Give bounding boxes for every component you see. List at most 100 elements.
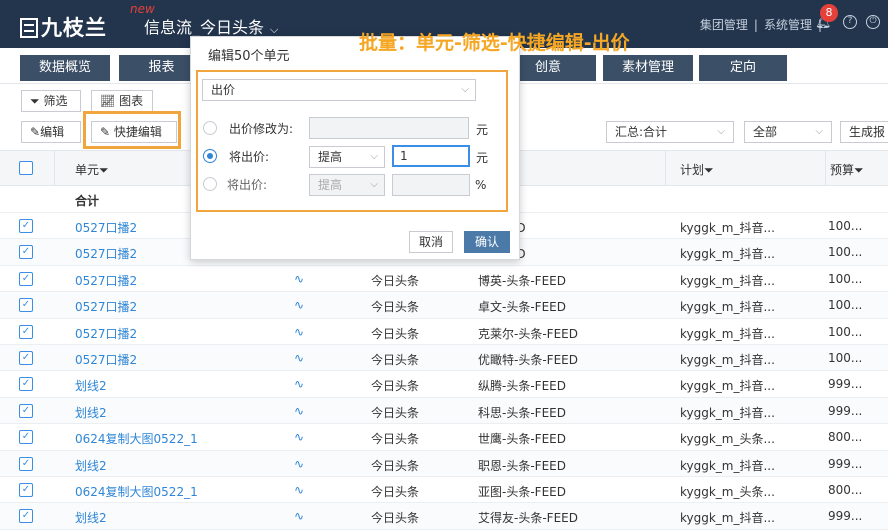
chart-button[interactable]: 📈︎ 图表 bbox=[91, 90, 153, 112]
select-all-checkbox[interactable] bbox=[19, 161, 33, 175]
radio-adjust-bid-amount[interactable] bbox=[203, 149, 217, 163]
row-checkbox[interactable]: ✓ bbox=[19, 351, 33, 365]
row-checkbox[interactable]: ✓ bbox=[19, 403, 33, 418]
adjust-mode-select[interactable]: 提高 ⌵ bbox=[309, 146, 385, 168]
table-row[interactable]: ✓ 0527口播2 ∿ 今日头条 优瞰特-头条-FEED kyggk_m_抖音... 100… bbox=[0, 345, 888, 372]
row-checkbox[interactable]: ✓ bbox=[19, 430, 33, 445]
unit-name-link[interactable]: 划线2 bbox=[75, 457, 107, 474]
header-unit-label: 单元 bbox=[75, 163, 100, 177]
account-cell: 亚图-头条-FEED bbox=[478, 485, 566, 499]
trend-icon[interactable]: ∿ bbox=[294, 351, 304, 365]
summary-select[interactable]: 汇总:合计 ⌵ bbox=[606, 121, 734, 143]
unit-name-link[interactable]: 0527口播2 bbox=[75, 272, 137, 289]
row-checkbox[interactable]: ✓ bbox=[19, 219, 33, 233]
table-row[interactable]: ✓ 0527口播2 ∿ 今日头条 卓文-头条-FEED kyggk_m_抖音... 100.… bbox=[0, 292, 888, 319]
row-checkbox[interactable]: ✓ bbox=[19, 483, 33, 497]
logo-text: 九枝兰 bbox=[41, 16, 107, 40]
header-budget[interactable]: 预算⏷ bbox=[830, 161, 864, 178]
table-row[interactable]: ✓ 划线2 ∿ 今日头条 纵腾-头条-FEED kyggk_m_抖音... 999... bbox=[0, 371, 888, 398]
app-switcher[interactable]: 信息流_今日头条 ⌵ bbox=[144, 14, 278, 38]
percent-mode-select[interactable]: 提高 ⌵ bbox=[309, 174, 385, 196]
table-row[interactable]: ✓ 划线2 ∿ 今日头条 科思-头条-FEED kyggk_m_抖音... 999... bbox=[0, 397, 888, 425]
help-icon[interactable]: ? bbox=[843, 15, 857, 29]
unit-name-link[interactable]: 划线2 bbox=[75, 404, 107, 421]
trend-icon[interactable]: ∿ bbox=[294, 483, 304, 497]
unit-name-link[interactable]: 0527口播2 bbox=[75, 325, 137, 342]
trend-icon[interactable]: ∿ bbox=[294, 272, 304, 286]
quick-edit-label: 快捷编辑 bbox=[113, 125, 162, 139]
table-row[interactable]: ✓ 划线2 ∿ 今日头条 职恩-头条-FEED kyggk_m_抖音... 999... bbox=[0, 450, 888, 477]
unit-name-link[interactable]: 0527口播2 bbox=[75, 351, 137, 368]
tab-targeting[interactable]: 定向 bbox=[699, 55, 787, 81]
percent-input[interactable] bbox=[392, 174, 470, 196]
budget-cell: 100... bbox=[828, 351, 863, 365]
table-row[interactable]: ✓ 0624复制大图0522_1 ∿ 今日头条 世鹰-头条-FEED kyggk_m_头条… bbox=[0, 424, 888, 451]
header-plan[interactable]: 计划⏷ bbox=[680, 161, 714, 178]
radio-adjust-bid-percent[interactable] bbox=[203, 177, 217, 191]
row-checkbox[interactable]: ✓ bbox=[19, 324, 33, 339]
trend-icon[interactable]: ∿ bbox=[294, 298, 304, 312]
trend-icon[interactable]: ∿ bbox=[294, 377, 304, 391]
brand-logo[interactable]: 九枝兰 bbox=[20, 12, 107, 42]
adjust-amount-input[interactable]: 1 bbox=[392, 145, 470, 167]
field-select[interactable]: 出价 ⌵ bbox=[202, 79, 476, 101]
edit-button[interactable]: ✎编辑 bbox=[21, 121, 81, 143]
instruction-annotation: 批量：单元-筛选-快捷编辑-出价 bbox=[359, 32, 630, 54]
media-cell: 今日头条 bbox=[371, 353, 420, 367]
table-row[interactable]: ✓ 0527口播2 ∿ 今日头条 克莱尔-头条-FEED kyggk_m_抖音... 100… bbox=[0, 318, 888, 345]
modal-title: 编辑50个单元 bbox=[208, 49, 290, 64]
cancel-button[interactable]: 取消 bbox=[409, 231, 453, 253]
unit-name-link[interactable]: 0527口播2 bbox=[75, 219, 137, 236]
unit-name-link[interactable]: 划线2 bbox=[75, 377, 107, 394]
filter-icon[interactable]: ⏷ bbox=[99, 163, 109, 177]
row-checkbox[interactable]: ✓ bbox=[19, 456, 33, 471]
unit-name-link[interactable]: 0527口播2 bbox=[75, 245, 137, 262]
unit-name-link[interactable]: 划线2 bbox=[75, 509, 107, 526]
link-system-management[interactable]: 系统管理 bbox=[758, 18, 818, 32]
set-bid-input[interactable] bbox=[309, 117, 469, 139]
quick-edit-button[interactable]: ✎ 快捷编辑 bbox=[91, 121, 177, 143]
link-group-management[interactable]: 集团管理 bbox=[694, 18, 754, 32]
pencil-icon: ✎ bbox=[30, 125, 41, 139]
budget-cell: 100... bbox=[828, 271, 863, 286]
trend-icon[interactable]: ∿ bbox=[294, 430, 304, 444]
media-cell: 今日头条 bbox=[371, 405, 420, 420]
budget-cell: 800... bbox=[828, 483, 863, 497]
set-bid-label: 出价修改为: bbox=[229, 122, 294, 136]
unit-name-link[interactable]: 0527口播2 bbox=[75, 298, 137, 315]
row-checkbox[interactable]: ✓ bbox=[19, 377, 33, 392]
row-checkbox[interactable]: ✓ bbox=[19, 271, 33, 286]
plan-cell: kyggk_m_抖音... bbox=[680, 247, 775, 262]
radio-set-bid[interactable] bbox=[203, 121, 217, 135]
plan-cell: kyggk_m_头条... bbox=[680, 432, 775, 447]
header-unit[interactable]: 单元⏷ bbox=[75, 161, 109, 178]
tab-material[interactable]: 素材管理 bbox=[603, 55, 693, 81]
power-icon[interactable]: ⏻ bbox=[866, 15, 880, 29]
media-cell: 今日头条 bbox=[371, 300, 420, 315]
plan-cell: kyggk_m_抖音... bbox=[680, 300, 775, 315]
unit-name-link[interactable]: 0624复制大图0522_1 bbox=[75, 430, 198, 447]
tab-data-overview[interactable]: 数据概览 bbox=[20, 55, 110, 81]
unit-name-link[interactable]: 0624复制大图0522_1 bbox=[75, 483, 198, 500]
scope-select[interactable]: 全部 ⌵ bbox=[744, 121, 832, 143]
top-links: 集团管理 | 系统管理 | bbox=[694, 16, 822, 33]
trend-icon[interactable]: ∿ bbox=[294, 457, 304, 471]
row-checkbox[interactable]: ✓ bbox=[19, 509, 33, 524]
confirm-button[interactable]: 确认 bbox=[464, 231, 510, 253]
row-checkbox[interactable]: ✓ bbox=[19, 245, 33, 260]
table-row[interactable]: ✓ 划线2 ∿ 今日头条 艾得友-头条-FEED kyggk_m_抖音... 999... bbox=[0, 503, 888, 530]
trend-icon[interactable]: ∿ bbox=[294, 509, 304, 523]
generate-report-button[interactable]: 生成报 bbox=[840, 121, 888, 143]
trend-icon[interactable]: ∿ bbox=[294, 404, 304, 418]
percent-unit: % bbox=[475, 178, 487, 192]
chevron-down-icon: ⌵ bbox=[370, 151, 378, 162]
table-row[interactable]: ✓ 0624复制大图0522_1 ∿ 今日头条 亚图-头条-FEED kyggk_m_头条… bbox=[0, 477, 888, 504]
chevron-down-icon: ⌵ bbox=[270, 23, 279, 36]
filter-button[interactable]: ⏷ 筛选 bbox=[21, 90, 81, 112]
row-checkbox[interactable]: ✓ bbox=[19, 298, 33, 313]
media-cell: 今日头条 bbox=[371, 326, 420, 341]
table-row[interactable]: ✓ 0527口播2 ∿ 今日头条 博英-头条-FEED kyggk_m_抖音... 100.… bbox=[0, 265, 888, 293]
trend-icon[interactable]: ∿ bbox=[294, 325, 304, 339]
filter-icon[interactable]: ⏷ bbox=[704, 163, 714, 177]
filter-icon[interactable]: ⏷ bbox=[854, 163, 864, 177]
